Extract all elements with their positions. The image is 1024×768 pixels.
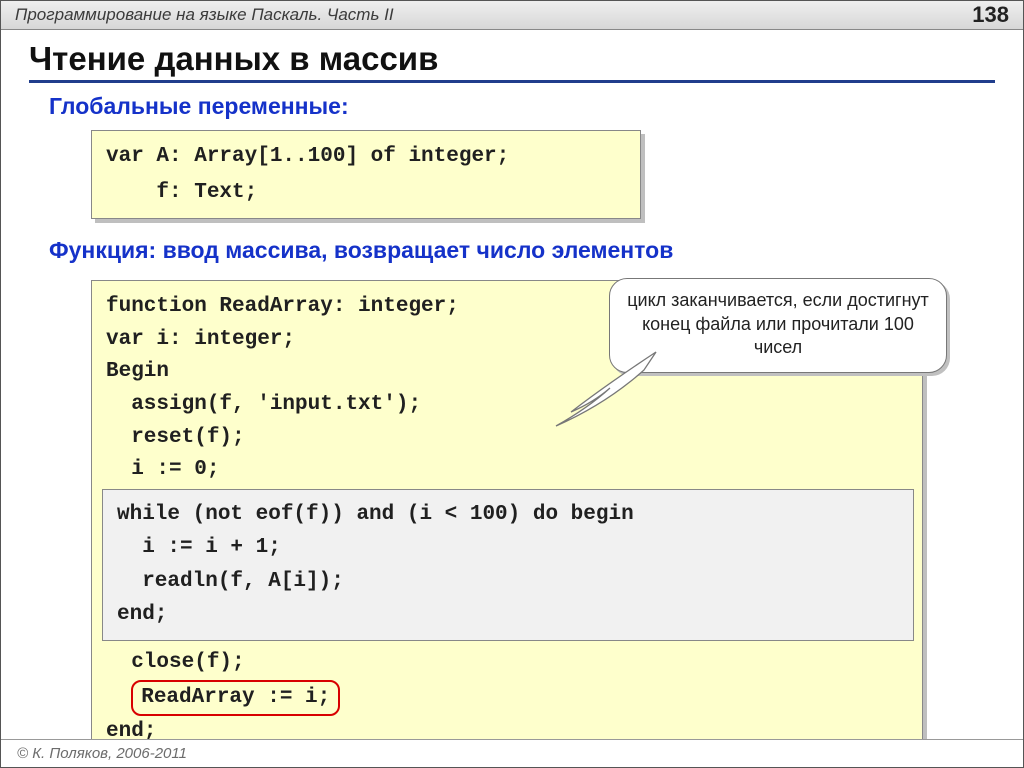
copyright-text: © К. Поляков, 2006-2011 xyxy=(17,745,187,762)
subheading-globals: Глобальные переменные: xyxy=(49,93,1023,120)
code-func-close: close(f); xyxy=(106,651,245,674)
page-number: 138 xyxy=(972,2,1009,28)
slide-header-bar: Программирование на языке Паскаль. Часть… xyxy=(1,1,1023,30)
title-area: Чтение данных в массив xyxy=(29,40,995,83)
code-func-top: function ReadArray: integer; var i: inte… xyxy=(106,295,459,481)
footer-bar: © К. Поляков, 2006-2011 xyxy=(1,739,1023,767)
callout-tail-icon xyxy=(546,340,666,430)
callout-text: цикл заканчивается, если достигнут конец… xyxy=(627,290,929,357)
slide-title: Чтение данных в массив xyxy=(29,40,995,78)
code-block-while-loop: while (not eof(f)) and (i < 100) do begi… xyxy=(102,489,914,641)
slide: Программирование на языке Паскаль. Часть… xyxy=(0,0,1024,768)
code-return-highlight: ReadArray := i; xyxy=(131,680,340,717)
callout-bubble: цикл заканчивается, если достигнут конец… xyxy=(609,278,947,372)
subheading-function: Функция: ввод массива, возвращает число … xyxy=(49,237,1023,264)
chapter-title: Программирование на языке Паскаль. Часть… xyxy=(15,5,394,25)
code-block-globals: var A: Array[1..100] of integer; f: Text… xyxy=(91,130,641,219)
code-block-function-wrap: цикл заканчивается, если достигнут конец… xyxy=(91,280,951,755)
